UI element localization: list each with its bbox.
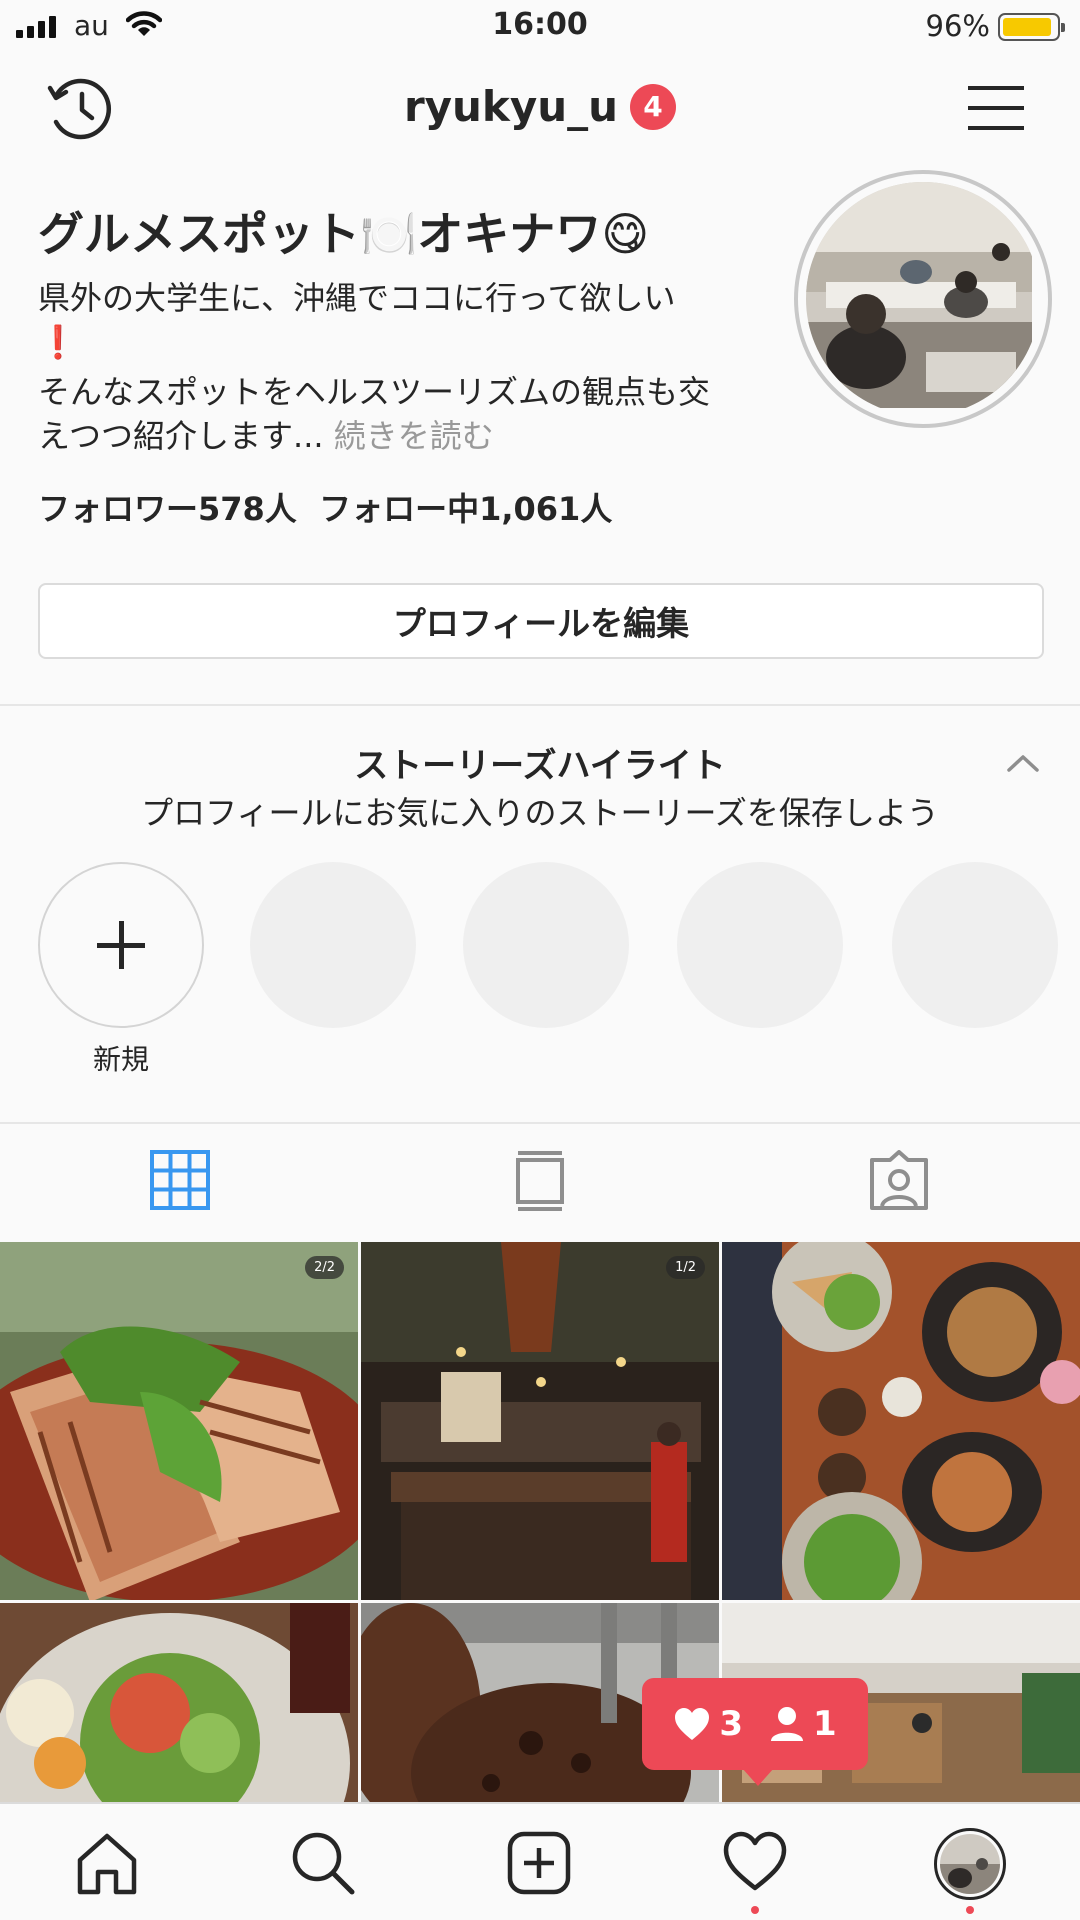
username-header[interactable]: ryukyu_u 4 — [0, 82, 1080, 131]
feed-view-tab-icon[interactable] — [514, 1150, 566, 1212]
highlights-subtitle: プロフィールにお気に入りのストーリーズを保存しよう — [141, 794, 939, 832]
highlight-placeholder — [250, 862, 416, 1028]
profile-tab-avatar-image — [940, 1834, 1000, 1894]
highlight-placeholder — [892, 862, 1058, 1028]
section-divider — [0, 704, 1080, 706]
section-divider — [0, 1122, 1080, 1124]
person-icon — [771, 1707, 803, 1741]
likes-count: 3 — [673, 1704, 743, 1744]
likes-count-value: 3 — [719, 1704, 743, 1744]
following-count[interactable]: フォロー中1,061人 — [319, 490, 612, 528]
bio-line-3: そんなスポットをヘルスツーリズムの観点も交 — [38, 373, 711, 411]
highlights-title: ストーリーズハイライト — [354, 746, 726, 786]
notification-badge: 4 — [630, 83, 677, 130]
chevron-up-icon[interactable] — [1006, 752, 1040, 774]
profile-tab-avatar[interactable] — [934, 1828, 1006, 1900]
status-bar: au 16:00 96% — [0, 0, 1080, 56]
post-thumbnail-cafe-interior[interactable]: 1/2 — [361, 1242, 719, 1600]
followers-count[interactable]: フォロワー578人 — [38, 490, 297, 528]
follows-count: 1 — [769, 1704, 837, 1744]
home-icon[interactable] — [74, 1830, 140, 1896]
activity-popup[interactable]: 3 1 — [642, 1678, 868, 1786]
menu-icon[interactable] — [968, 84, 1024, 132]
bottom-tab-bar — [0, 1802, 1080, 1920]
read-more-link[interactable]: 続きを読む — [324, 417, 494, 455]
highlight-placeholder — [463, 862, 629, 1028]
username[interactable]: ryukyu_u — [404, 82, 618, 131]
profile-avatar-image — [806, 182, 1040, 416]
search-icon[interactable] — [290, 1830, 356, 1896]
bio-line-1: 県外の大学生に、沖縄でココに行って欲しい — [38, 279, 676, 317]
activity-heart-icon[interactable] — [722, 1830, 788, 1892]
status-time: 16:00 — [492, 7, 588, 42]
profile-name: グルメスポット🍽️オキナワ😋 — [38, 207, 650, 261]
bio-line-4-text: えつつ紹介します... — [38, 417, 324, 455]
bio-line-2: ❗ — [38, 323, 78, 361]
battery-percent: 96% — [925, 9, 990, 43]
bio-line-4: えつつ紹介します... 続きを読む — [38, 414, 494, 458]
new-post-icon[interactable] — [506, 1830, 572, 1896]
multi-photo-counter: 2/2 — [305, 1256, 344, 1279]
multi-photo-counter: 1/2 — [666, 1256, 705, 1279]
post-thumbnail-sandwich[interactable]: 2/2 — [0, 1242, 358, 1600]
edit-profile-button[interactable]: プロフィールを編集 — [38, 583, 1044, 659]
posts-grid: 2/2 1/2 — [0, 1242, 1080, 1802]
heart-filled-icon — [675, 1708, 710, 1740]
grid-view-tab-icon[interactable] — [150, 1150, 210, 1210]
new-highlight-button[interactable] — [38, 862, 204, 1028]
activity-indicator-dot — [751, 1906, 759, 1914]
profile-indicator-dot — [966, 1906, 974, 1914]
new-highlight-label: 新規 — [92, 1043, 149, 1076]
plus-icon — [97, 921, 145, 969]
follow-counts: フォロワー578人 フォロー中1,061人 — [38, 484, 612, 530]
follows-count-value: 1 — [813, 1704, 837, 1744]
profile-avatar[interactable] — [794, 170, 1052, 428]
tagged-photos-tab-icon[interactable] — [868, 1150, 930, 1212]
post-thumbnail-table-dishes[interactable] — [722, 1242, 1080, 1600]
battery-icon — [998, 13, 1065, 41]
post-thumbnail-salad[interactable] — [0, 1603, 358, 1802]
highlight-placeholder — [677, 862, 843, 1028]
